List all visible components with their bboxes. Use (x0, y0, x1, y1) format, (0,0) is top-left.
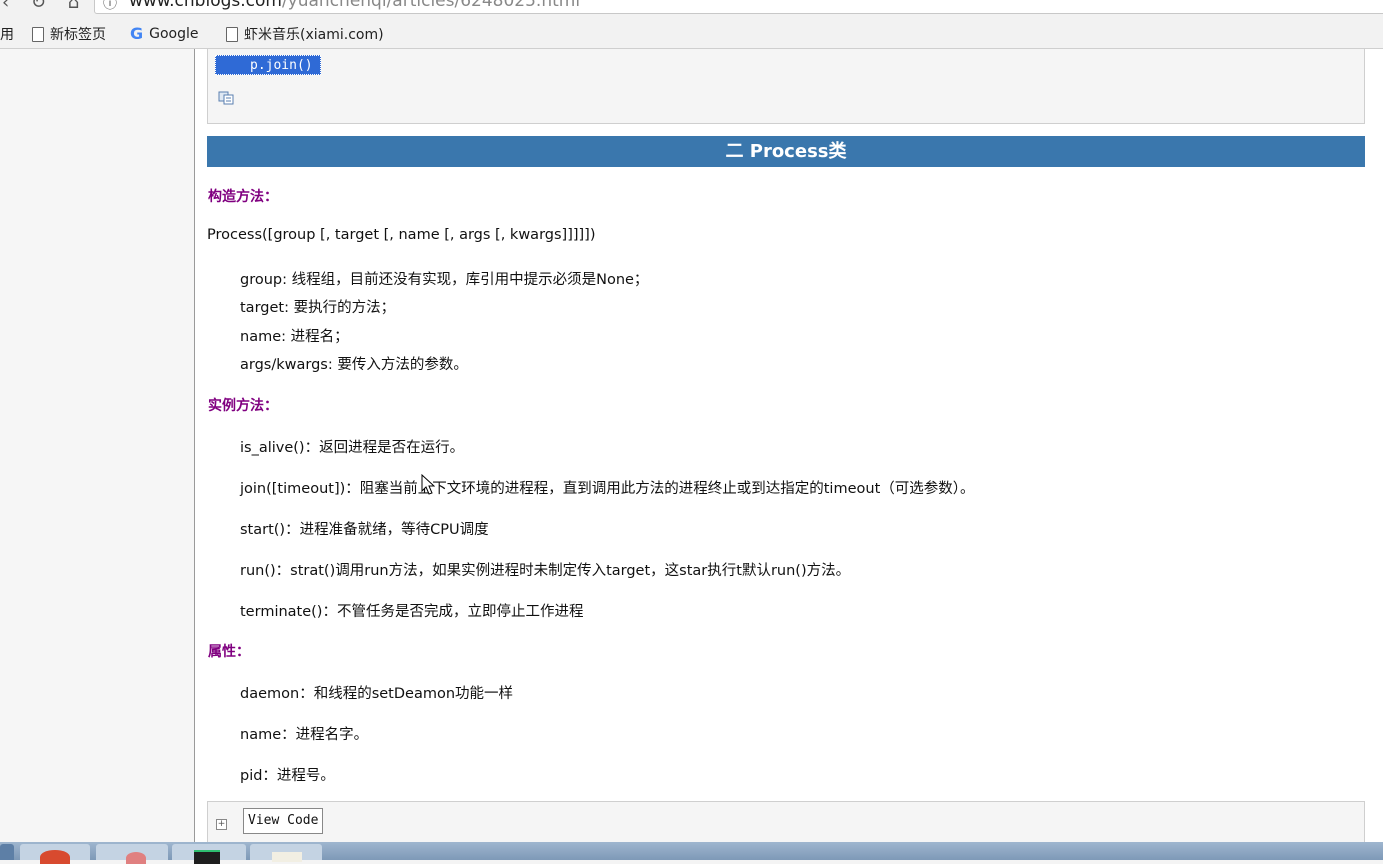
url-path: /yuanchenqi/articles/6248025.html (281, 0, 581, 11)
method-start: start()：进程准备就绪，等待CPU调度 (240, 522, 489, 538)
address-bar[interactable]: ⓘ www.cnblogs.com/yuanchenqi/articles/62… (94, 0, 1383, 14)
page-icon (226, 26, 238, 42)
section-title: 二 Process类 (207, 136, 1365, 167)
bookmark-label: Google (149, 25, 199, 42)
constructor-heading: 构造方法： (208, 189, 278, 205)
copy-code-icon[interactable] (218, 91, 234, 105)
param-name: name: 进程名； (240, 329, 349, 345)
bookmark-google[interactable]: G Google (130, 24, 199, 43)
left-gutter (0, 49, 195, 842)
taskbar (0, 842, 1383, 864)
instance-methods-heading: 实例方法： (208, 398, 278, 414)
url-host: www.cnblogs.com (129, 0, 282, 11)
app-icon (126, 852, 146, 864)
url-text[interactable]: www.cnblogs.com/yuanchenqi/articles/6248… (129, 0, 580, 11)
taskbar-app-chrome[interactable] (20, 844, 90, 864)
bookmark-new-tab[interactable]: 新标签页 (32, 24, 106, 44)
google-icon: G (130, 24, 144, 43)
method-run: run()：strat()调用run方法，如果实例进程时未制定传入target，… (240, 563, 851, 579)
param-target: target: 要执行的方法； (240, 300, 396, 316)
pycharm-icon (194, 850, 220, 864)
navigation-buttons[interactable]: ‹ ↻ ⌂ (2, 0, 87, 13)
method-is-alive: is_alive()：返回进程是否在运行。 (240, 440, 465, 456)
expand-icon[interactable]: + (216, 819, 227, 830)
code-block: p.join() (207, 49, 1365, 124)
apps-bookmark[interactable]: 用 (0, 24, 14, 44)
start-button[interactable] (0, 844, 14, 860)
method-terminate: terminate()：不管任务是否完成，立即停止工作进程 (240, 604, 584, 620)
taskbar-app-4[interactable] (250, 844, 322, 862)
param-group: group: 线程组，目前还没有实现，库引用中提示必须是None； (240, 272, 649, 288)
bookmark-label: 新标签页 (50, 27, 106, 43)
constructor-signature: Process([group [, target [, name [, args… (207, 227, 596, 243)
mouse-cursor-icon (421, 474, 435, 495)
method-join: join([timeout])：阻塞当前上下文环境的进程程，直到调用此方法的进程… (240, 481, 975, 497)
attr-pid: pid：进程号。 (240, 768, 335, 784)
apps-label: 用 (0, 27, 14, 43)
info-icon[interactable]: ⓘ (103, 0, 117, 13)
notepad-icon (272, 852, 302, 862)
taskbar-app-2[interactable] (96, 844, 168, 864)
bookmark-label: 虾米音乐(xiami.com) (244, 27, 384, 43)
page-icon (32, 26, 44, 42)
bookmark-xiami[interactable]: 虾米音乐(xiami.com) (226, 24, 384, 44)
bookmarks-bar: 用 新标签页 G Google 虾米音乐(xiami.com) (0, 16, 1383, 49)
article-content: p.join() 二 Process类 构造方法： Process([group… (195, 49, 1383, 843)
address-bar-strip: ‹ ↻ ⌂ ⓘ www.cnblogs.com/yuanchenqi/artic… (0, 0, 1383, 16)
taskbar-app-pycharm[interactable] (172, 844, 246, 864)
attributes-heading: 属性： (208, 644, 250, 660)
attr-name: name：进程名字。 (240, 727, 369, 743)
selected-code-line[interactable]: p.join() (215, 55, 321, 75)
attr-daemon: daemon：和线程的setDeamon功能一样 (240, 686, 514, 702)
view-code-block: + View Code (207, 801, 1365, 843)
view-code-button[interactable]: View Code (243, 808, 324, 834)
param-args: args/kwargs: 要传入方法的参数。 (240, 357, 468, 373)
chrome-icon (40, 850, 70, 864)
